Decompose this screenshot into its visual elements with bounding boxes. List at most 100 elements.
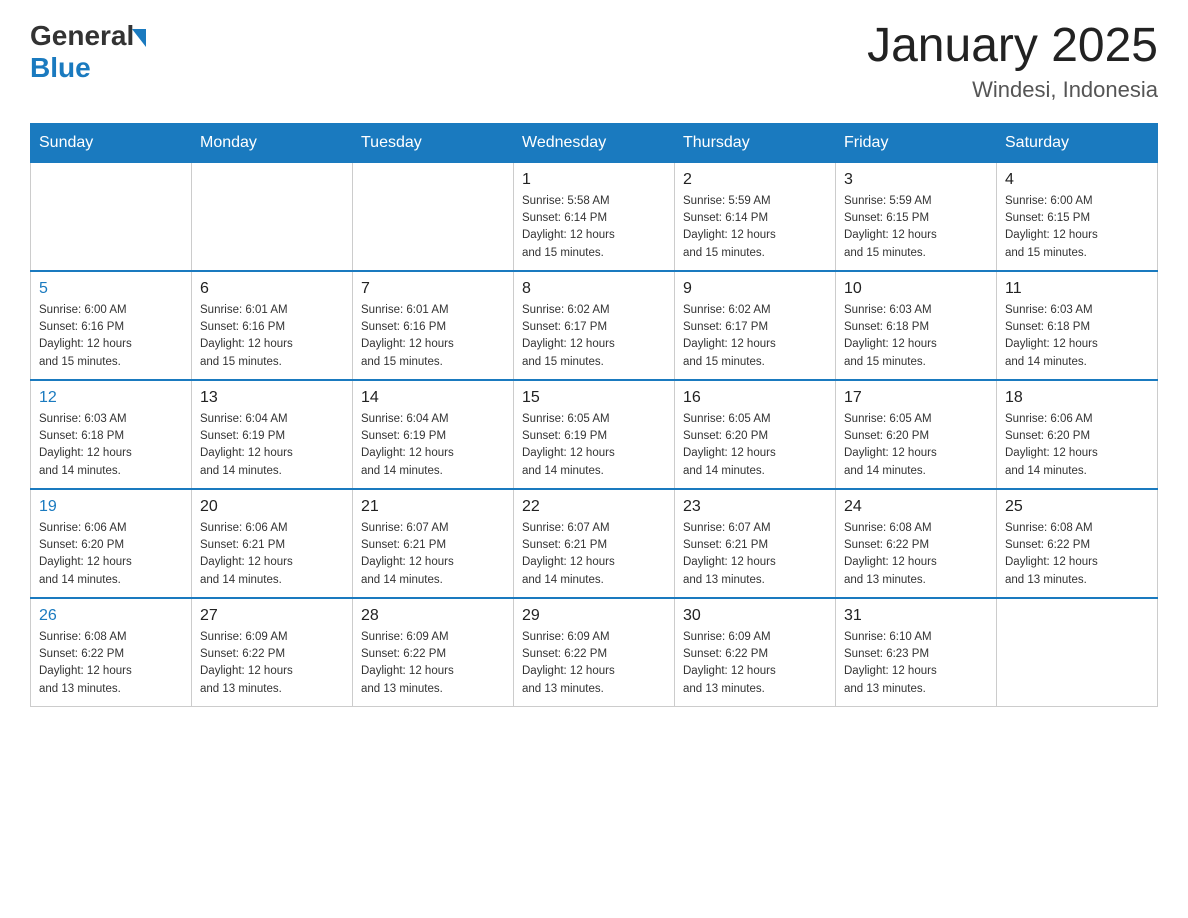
header-day-monday: Monday: [192, 123, 353, 162]
calendar-cell: 3Sunrise: 5:59 AM Sunset: 6:15 PM Daylig…: [836, 162, 997, 271]
title-block: January 2025 Windesi, Indonesia: [867, 20, 1158, 103]
logo-triangle-icon: [132, 29, 146, 47]
day-number: 19: [39, 498, 183, 516]
calendar-cell: 5Sunrise: 6:00 AM Sunset: 6:16 PM Daylig…: [31, 271, 192, 380]
day-info: Sunrise: 6:02 AM Sunset: 6:17 PM Dayligh…: [522, 302, 666, 371]
calendar-week-2: 5Sunrise: 6:00 AM Sunset: 6:16 PM Daylig…: [31, 271, 1158, 380]
day-number: 20: [200, 498, 344, 516]
logo-blue-text: Blue: [30, 52, 146, 84]
header-day-wednesday: Wednesday: [514, 123, 675, 162]
day-info: Sunrise: 6:03 AM Sunset: 6:18 PM Dayligh…: [844, 302, 988, 371]
calendar-cell: 28Sunrise: 6:09 AM Sunset: 6:22 PM Dayli…: [353, 598, 514, 707]
calendar-week-3: 12 Sunrise: 6:03 AM Sunset: 6:18 PM Dayli…: [31, 380, 1158, 489]
header-day-sunday: Sunday: [31, 123, 192, 162]
day-number: 1: [522, 171, 666, 189]
day-info: Sunrise: 6:01 AM Sunset: 6:16 PM Dayligh…: [361, 302, 505, 371]
day-number: 24: [844, 498, 988, 516]
day-info: Sunrise: 6:05 AM Sunset: 6:20 PM Dayligh…: [844, 411, 988, 480]
calendar-cell: [192, 162, 353, 271]
header-day-saturday: Saturday: [997, 123, 1158, 162]
header-day-friday: Friday: [836, 123, 997, 162]
calendar-cell: 21Sunrise: 6:07 AM Sunset: 6:21 PM Dayli…: [353, 489, 514, 598]
logo: General Blue: [30, 20, 146, 84]
calendar-body: 1 Sunrise: 5:58 AM Sunset: 6:14 PM Daylig…: [31, 162, 1158, 706]
calendar-cell: 6 Sunrise: 6:01 AM Sunset: 6:16 PM Daylig…: [192, 271, 353, 380]
calendar-cell: 25 Sunrise: 6:08 AM Sunset: 6:22 PM Dayli…: [997, 489, 1158, 598]
day-number: 7: [361, 280, 505, 298]
day-number: 29: [522, 607, 666, 625]
day-info: Sunrise: 5:59 AM Sunset: 6:14 PM Dayligh…: [683, 193, 827, 262]
day-number: 31: [844, 607, 988, 625]
day-info: Sunrise: 6:06 AM Sunset: 6:21 PM Dayligh…: [200, 520, 344, 589]
day-info: Sunrise: 6:02 AM Sunset: 6:17 PM Dayligh…: [683, 302, 827, 371]
calendar-cell: 12 Sunrise: 6:03 AM Sunset: 6:18 PM Dayli…: [31, 380, 192, 489]
day-info: Sunrise: 6:05 AM Sunset: 6:20 PM Dayligh…: [683, 411, 827, 480]
calendar-cell: 11 Sunrise: 6:03 AM Sunset: 6:18 PM Dayli…: [997, 271, 1158, 380]
day-info: Sunrise: 6:09 AM Sunset: 6:22 PM Dayligh…: [522, 629, 666, 698]
day-number: 9: [683, 280, 827, 298]
day-number: 4: [1005, 171, 1149, 189]
day-info: Sunrise: 6:00 AM Sunset: 6:15 PM Dayligh…: [1005, 193, 1149, 262]
day-info: Sunrise: 5:58 AM Sunset: 6:14 PM Dayligh…: [522, 193, 666, 262]
day-info: Sunrise: 5:59 AM Sunset: 6:15 PM Dayligh…: [844, 193, 988, 262]
day-number: 26: [39, 607, 183, 625]
day-number: 18: [1005, 389, 1149, 407]
day-number: 16: [683, 389, 827, 407]
calendar-cell: 27 Sunrise: 6:09 AM Sunset: 6:22 PM Dayli…: [192, 598, 353, 707]
day-info: Sunrise: 6:07 AM Sunset: 6:21 PM Dayligh…: [361, 520, 505, 589]
day-info: Sunrise: 6:03 AM Sunset: 6:18 PM Dayligh…: [1005, 302, 1149, 371]
calendar-cell: 4 Sunrise: 6:00 AM Sunset: 6:15 PM Daylig…: [997, 162, 1158, 271]
day-info: Sunrise: 6:06 AM Sunset: 6:20 PM Dayligh…: [39, 520, 183, 589]
calendar-cell: 30 Sunrise: 6:09 AM Sunset: 6:22 PM Dayli…: [675, 598, 836, 707]
calendar-cell: [31, 162, 192, 271]
day-number: 12: [39, 389, 183, 407]
day-info: Sunrise: 6:08 AM Sunset: 6:22 PM Dayligh…: [1005, 520, 1149, 589]
day-number: 28: [361, 607, 505, 625]
day-info: Sunrise: 6:06 AM Sunset: 6:20 PM Dayligh…: [1005, 411, 1149, 480]
day-info: Sunrise: 6:07 AM Sunset: 6:21 PM Dayligh…: [683, 520, 827, 589]
day-info: Sunrise: 6:10 AM Sunset: 6:23 PM Dayligh…: [844, 629, 988, 698]
calendar-cell: 24Sunrise: 6:08 AM Sunset: 6:22 PM Dayli…: [836, 489, 997, 598]
calendar-week-4: 19 Sunrise: 6:06 AM Sunset: 6:20 PM Dayli…: [31, 489, 1158, 598]
calendar-title: January 2025: [867, 20, 1158, 73]
day-info: Sunrise: 6:01 AM Sunset: 6:16 PM Dayligh…: [200, 302, 344, 371]
calendar-cell: 23 Sunrise: 6:07 AM Sunset: 6:21 PM Dayli…: [675, 489, 836, 598]
calendar-subtitle: Windesi, Indonesia: [867, 77, 1158, 103]
day-info: Sunrise: 6:09 AM Sunset: 6:22 PM Dayligh…: [683, 629, 827, 698]
calendar-table: SundayMondayTuesdayWednesdayThursdayFrid…: [30, 123, 1158, 707]
day-number: 25: [1005, 498, 1149, 516]
calendar-cell: 10 Sunrise: 6:03 AM Sunset: 6:18 PM Dayli…: [836, 271, 997, 380]
page-header: General Blue January 2025 Windesi, Indon…: [30, 20, 1158, 103]
day-number: 17: [844, 389, 988, 407]
header-day-tuesday: Tuesday: [353, 123, 514, 162]
calendar-week-5: 26 Sunrise: 6:08 AM Sunset: 6:22 PM Dayli…: [31, 598, 1158, 707]
calendar-cell: 16 Sunrise: 6:05 AM Sunset: 6:20 PM Dayli…: [675, 380, 836, 489]
day-number: 27: [200, 607, 344, 625]
calendar-cell: 7 Sunrise: 6:01 AM Sunset: 6:16 PM Daylig…: [353, 271, 514, 380]
calendar-cell: [997, 598, 1158, 707]
calendar-cell: 14Sunrise: 6:04 AM Sunset: 6:19 PM Dayli…: [353, 380, 514, 489]
calendar-cell: [353, 162, 514, 271]
day-number: 8: [522, 280, 666, 298]
header-row: SundayMondayTuesdayWednesdayThursdayFrid…: [31, 123, 1158, 162]
calendar-cell: 19 Sunrise: 6:06 AM Sunset: 6:20 PM Dayli…: [31, 489, 192, 598]
calendar-cell: 31 Sunrise: 6:10 AM Sunset: 6:23 PM Dayli…: [836, 598, 997, 707]
calendar-cell: 26 Sunrise: 6:08 AM Sunset: 6:22 PM Dayli…: [31, 598, 192, 707]
day-number: 23: [683, 498, 827, 516]
calendar-cell: 8 Sunrise: 6:02 AM Sunset: 6:17 PM Daylig…: [514, 271, 675, 380]
day-number: 6: [200, 280, 344, 298]
day-number: 2: [683, 171, 827, 189]
calendar-week-1: 1 Sunrise: 5:58 AM Sunset: 6:14 PM Daylig…: [31, 162, 1158, 271]
day-number: 13: [200, 389, 344, 407]
calendar-cell: 9 Sunrise: 6:02 AM Sunset: 6:17 PM Daylig…: [675, 271, 836, 380]
day-info: Sunrise: 6:09 AM Sunset: 6:22 PM Dayligh…: [200, 629, 344, 698]
day-number: 11: [1005, 280, 1149, 298]
calendar-cell: 2 Sunrise: 5:59 AM Sunset: 6:14 PM Daylig…: [675, 162, 836, 271]
day-number: 22: [522, 498, 666, 516]
calendar-cell: 29 Sunrise: 6:09 AM Sunset: 6:22 PM Dayli…: [514, 598, 675, 707]
day-info: Sunrise: 6:03 AM Sunset: 6:18 PM Dayligh…: [39, 411, 183, 480]
day-info: Sunrise: 6:07 AM Sunset: 6:21 PM Dayligh…: [522, 520, 666, 589]
day-number: 30: [683, 607, 827, 625]
day-info: Sunrise: 6:08 AM Sunset: 6:22 PM Dayligh…: [39, 629, 183, 698]
day-number: 10: [844, 280, 988, 298]
